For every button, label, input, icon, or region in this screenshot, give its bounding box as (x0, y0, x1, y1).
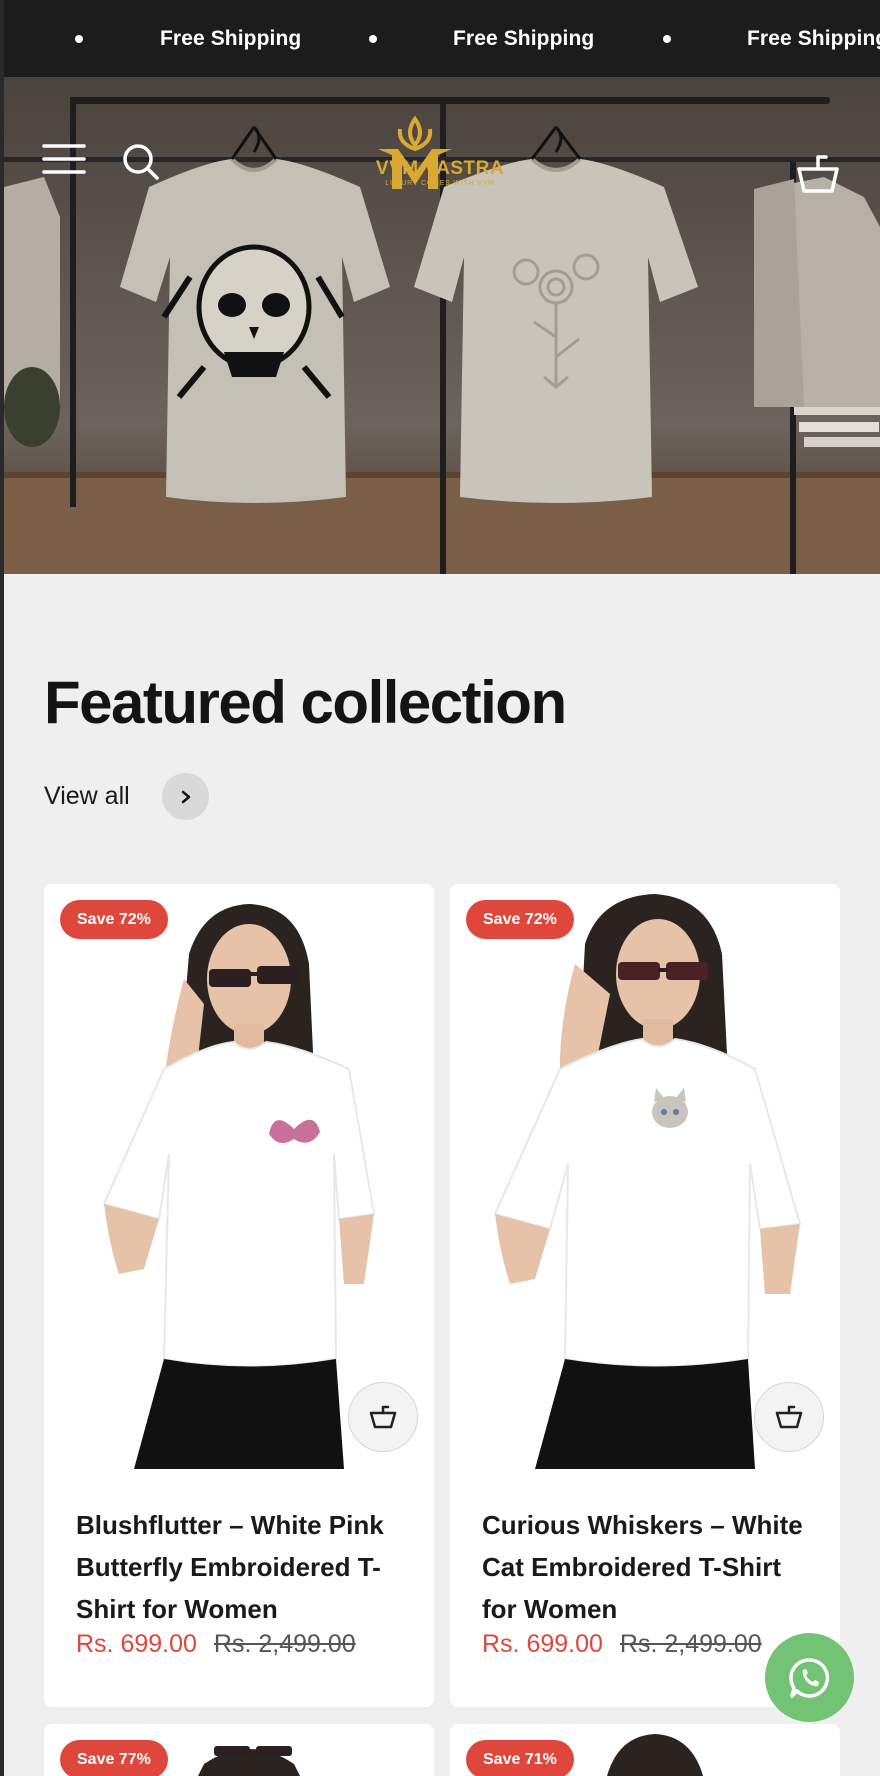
discount-badge: Save 77% (60, 1740, 168, 1776)
basket-icon (369, 1405, 397, 1429)
search-icon[interactable] (122, 143, 170, 191)
left-edge (0, 0, 4, 1776)
cart-icon[interactable] (796, 155, 844, 203)
sale-price: Rs. 699.00 (482, 1630, 603, 1658)
bullet-dot (663, 35, 671, 43)
product-image[interactable] (450, 884, 840, 1469)
discount-badge: Save 72% (466, 900, 574, 939)
product-photo (493, 894, 802, 1469)
product-card[interactable]: Save 72% Curious Whiskers – White Cat Em… (450, 884, 840, 1707)
quick-add-button[interactable] (348, 1382, 418, 1452)
quick-add-button[interactable] (754, 1382, 824, 1452)
compare-price: Rs. 2,499.00 (213, 1630, 356, 1658)
basket-icon (775, 1405, 803, 1429)
menu-icon[interactable] (42, 143, 90, 191)
brand-logo[interactable]: VVM VASTRA LUXURY COMES WITH VVM (370, 115, 510, 235)
section-title: Featured collection (44, 669, 567, 736)
product-card[interactable]: Save 72% Blushflutter – White Pink Butte… (44, 884, 434, 1707)
view-all-link[interactable]: View all (44, 773, 130, 819)
chevron-right-icon (181, 790, 190, 803)
announcement-item: Free Shipping (747, 26, 880, 50)
product-image[interactable] (44, 884, 434, 1469)
price-row: Rs. 699.00 Rs. 2,499.00 (76, 1630, 356, 1659)
announcement-item: Free Shipping (453, 26, 595, 50)
logo-emblem (378, 115, 452, 189)
product-photo (102, 904, 376, 1469)
bullet-dot (369, 35, 377, 43)
bullet-dot (75, 35, 83, 43)
product-card[interactable]: Save 71% (450, 1724, 840, 1776)
product-title[interactable]: Blushflutter – White Pink Butterfly Embr… (76, 1504, 406, 1630)
view-all-arrow-button[interactable] (162, 773, 209, 820)
whatsapp-chat-button[interactable] (765, 1633, 854, 1722)
announcement-bar: Free Shipping Free Shipping Free Shippin… (0, 0, 880, 77)
hero-banner: VVM VASTRA LUXURY COMES WITH VVM (4, 77, 880, 574)
announcement-item: Free Shipping (160, 26, 302, 50)
price-row: Rs. 699.00 Rs. 2,499.00 (482, 1630, 762, 1659)
whatsapp-icon (788, 1657, 829, 1698)
compare-price: Rs. 2,499.00 (619, 1630, 762, 1658)
discount-badge: Save 71% (466, 1740, 574, 1776)
sale-price: Rs. 699.00 (76, 1630, 197, 1658)
discount-badge: Save 72% (60, 900, 168, 939)
product-title[interactable]: Curious Whiskers – White Cat Embroidered… (482, 1504, 812, 1630)
product-card[interactable]: Save 77% (44, 1724, 434, 1776)
